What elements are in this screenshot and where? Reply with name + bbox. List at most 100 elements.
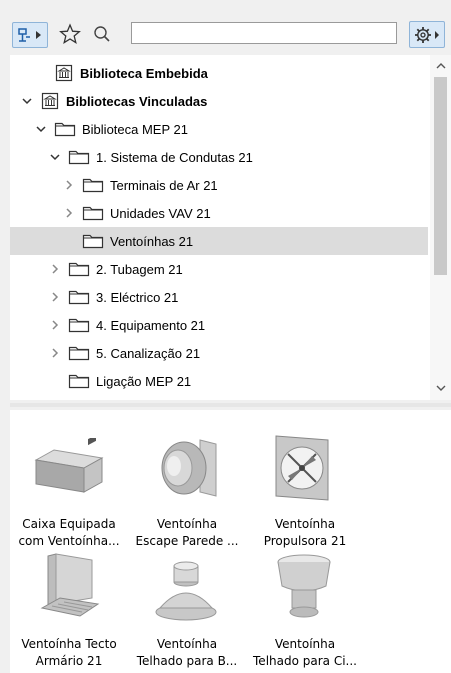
object-item[interactable]: Ventoínha Telhado para B... — [128, 550, 246, 672]
tree-expander[interactable] — [20, 94, 34, 108]
fan-box-icon — [34, 438, 104, 493]
object-label-line1: Ventoínha — [274, 517, 336, 531]
object-label-line2: com Ventoínha... — [18, 534, 120, 548]
chevron-right-icon — [52, 320, 59, 330]
tree-item[interactable]: 3. Eléctrico 21 — [10, 283, 428, 311]
tree-item-label: Unidades VAV 21 — [110, 205, 211, 221]
chevron-down-icon — [436, 385, 445, 391]
chevron-right-icon — [66, 208, 73, 218]
folder-icon — [68, 150, 90, 165]
tree-expander — [34, 66, 48, 80]
library-tree: Biblioteca Embebida Bibliotecas Vinculada… — [10, 55, 451, 400]
tree-item-label: Biblioteca Embebida — [80, 65, 208, 81]
chevron-down-icon — [22, 98, 32, 105]
tree-item-icon — [68, 317, 90, 333]
folder-icon — [68, 290, 90, 305]
chevron-right-icon — [52, 264, 59, 274]
tree-expander[interactable] — [48, 262, 62, 276]
tree-item[interactable]: Bibliotecas Vinculadas — [10, 87, 428, 115]
object-label-line2: Propulsora 21 — [263, 534, 347, 548]
tree-item-icon — [54, 64, 74, 82]
tree-item[interactable]: Biblioteca MEP 21 — [10, 115, 428, 143]
gear-icon — [415, 26, 439, 43]
tree-item-icon — [54, 121, 76, 137]
propeller-fan-icon — [275, 435, 329, 501]
folder-icon — [68, 346, 90, 361]
object-label-line1: Ventoínha — [274, 637, 336, 651]
ceiling-cabinet-fan-icon — [40, 553, 100, 617]
tree-item-label: Ventoínhas 21 — [110, 233, 194, 249]
library-icon — [55, 64, 73, 82]
chevron-right-icon — [52, 292, 59, 302]
object-label-line1: Ventoínha — [156, 517, 218, 531]
object-item[interactable]: Ventoínha Escape Parede ... — [128, 430, 246, 552]
tree-expander[interactable] — [48, 318, 62, 332]
object-label-line2: Telhado para Ci... — [253, 654, 357, 668]
tree-item-label: Terminais de Ar 21 — [110, 177, 218, 193]
tree-item-label: Biblioteca MEP 21 — [82, 121, 188, 137]
object-label-line2: Escape Parede ... — [135, 534, 239, 548]
star-icon — [59, 23, 81, 44]
toolbar — [0, 0, 451, 50]
library-icon — [41, 92, 59, 110]
scroll-up-button[interactable] — [430, 55, 451, 77]
folder-icon — [82, 178, 104, 193]
folder-icon — [68, 262, 90, 277]
tree-item[interactable]: Ventoínhas 21 — [10, 227, 428, 255]
object-item[interactable]: Ventoínha Propulsora 21 — [246, 430, 364, 552]
tree-expander[interactable] — [62, 206, 76, 220]
scroll-thumb[interactable] — [434, 77, 447, 275]
settings-button[interactable] — [409, 21, 445, 48]
tree-item-label: 2. Tubagem 21 — [96, 261, 183, 277]
tree-item[interactable]: Unidades VAV 21 — [10, 199, 428, 227]
folder-icon — [82, 206, 104, 221]
tree-expander[interactable] — [34, 122, 48, 136]
tree-scrollbar[interactable] — [430, 55, 451, 400]
tree-item-label: 5. Canalização 21 — [96, 345, 201, 361]
tree-item[interactable]: 2. Tubagem 21 — [10, 255, 428, 283]
tree-item-label: Bibliotecas Vinculadas — [66, 93, 208, 109]
tree-item[interactable]: 1. Sistema de Condutas 21 — [10, 143, 428, 171]
tree-expander[interactable] — [48, 290, 62, 304]
chevron-down-icon — [50, 154, 60, 161]
tree-item[interactable]: Biblioteca Embebida — [10, 59, 428, 87]
tree-item-icon — [82, 233, 104, 249]
panel-splitter[interactable] — [10, 403, 451, 407]
tree-item-icon — [68, 261, 90, 277]
tree-item-icon — [68, 345, 90, 361]
tree-item[interactable]: 5. Canalização 21 — [10, 339, 428, 367]
tree-item-label: Ligação MEP 21 — [96, 373, 192, 389]
search-input[interactable] — [131, 22, 397, 44]
tree-expander[interactable] — [48, 346, 62, 360]
tree-expander[interactable] — [48, 150, 62, 164]
chevron-right-icon — [66, 180, 73, 190]
tree-expander[interactable] — [62, 178, 76, 192]
object-item[interactable]: Caixa Equipada com Ventoínha... — [10, 430, 128, 552]
object-label-line1: Caixa Equipada — [22, 517, 116, 531]
folder-icon — [54, 122, 76, 137]
tree-item[interactable]: 4. Equipamento 21 — [10, 311, 428, 339]
tree-item-label: 3. Eléctrico 21 — [96, 289, 179, 305]
wall-exhaust-fan-icon — [161, 439, 217, 497]
search-icon — [94, 26, 110, 42]
object-item[interactable]: Ventoínha Tecto Armário 21 — [10, 550, 128, 672]
folder-icon — [68, 318, 90, 333]
tree-item-icon — [40, 92, 60, 110]
search-button[interactable] — [90, 22, 114, 46]
chevron-right-icon — [52, 348, 59, 358]
object-item[interactable]: Ventoínha Telhado para Ci... — [246, 550, 364, 672]
tree-expander — [62, 234, 76, 248]
scroll-down-button[interactable] — [430, 377, 451, 399]
folder-icon — [82, 234, 104, 249]
favorites-button[interactable] — [58, 22, 82, 46]
roof-fan-low-icon — [155, 561, 217, 621]
object-preview-grid: Caixa Equipada com Ventoínha... Ventoính… — [10, 410, 451, 673]
tree-item[interactable]: Terminais de Ar 21 — [10, 171, 428, 199]
library-filter-button[interactable] — [12, 22, 48, 48]
tree-item-icon — [68, 289, 90, 305]
tree-item-label: 1. Sistema de Condutas 21 — [96, 149, 253, 165]
chevron-down-icon — [36, 126, 46, 133]
tree-item[interactable]: Ligação MEP 21 — [10, 367, 428, 395]
tree-item-icon — [68, 149, 90, 165]
object-label-line1: Ventoínha — [156, 637, 218, 651]
